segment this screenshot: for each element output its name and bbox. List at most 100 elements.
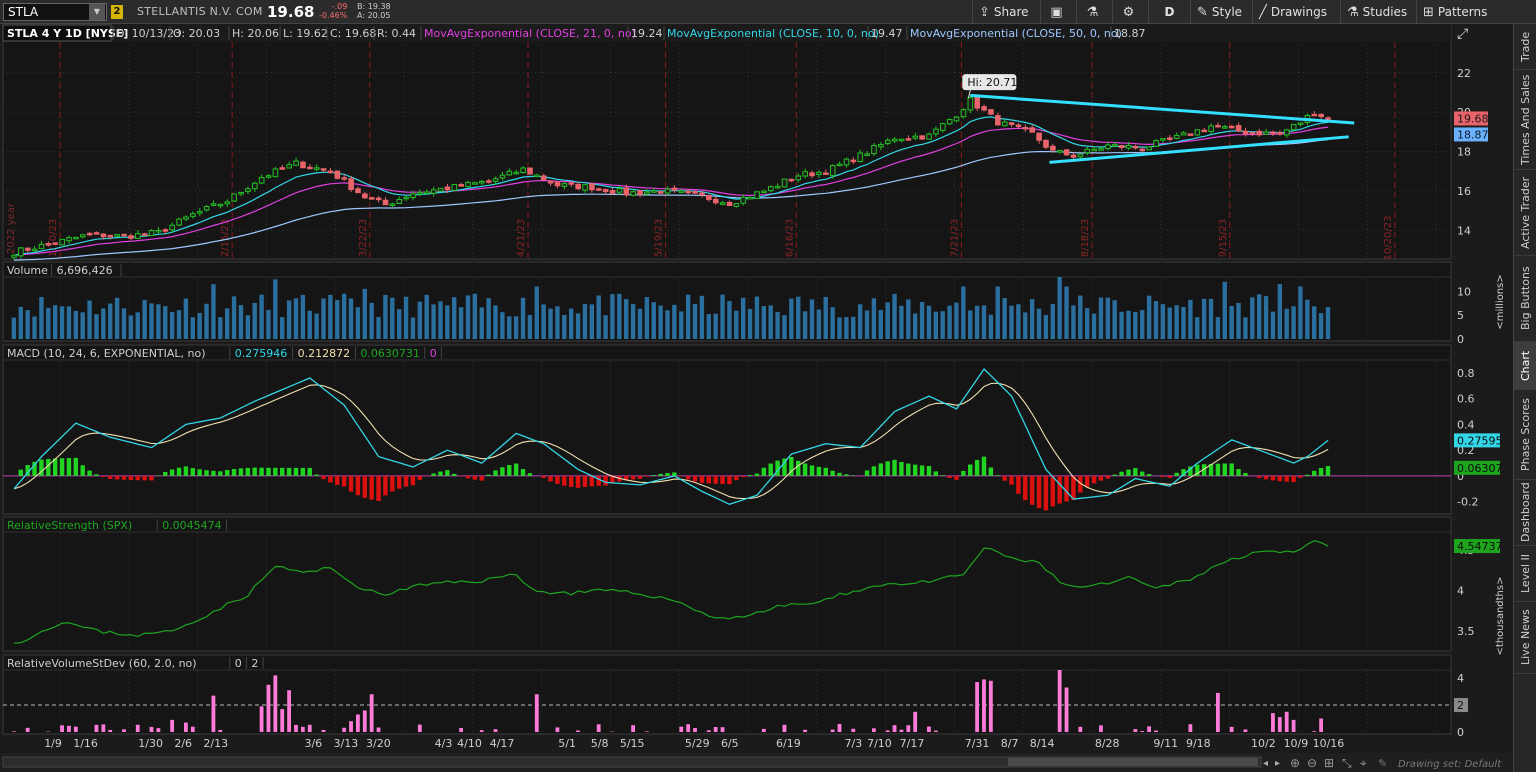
candle-body [245, 188, 251, 193]
side-tab-chart[interactable]: Chart [1514, 342, 1536, 390]
relvol-bar [1319, 718, 1323, 732]
candle-body [1215, 124, 1221, 128]
relvol-bar [706, 730, 711, 732]
period-marker-date: 9/15/23 [1218, 219, 1229, 258]
macd-hist-bar [754, 473, 760, 476]
macd-hist-bar [500, 467, 505, 476]
macd-hist-bar [830, 470, 835, 476]
macd-hist-bar [286, 467, 292, 476]
candle-body [1222, 126, 1228, 129]
macd-hist-bar [968, 464, 973, 476]
side-tab-big-buttons[interactable]: Big Buttons [1514, 256, 1536, 342]
relvol-bar [1099, 725, 1103, 732]
symbol-dropdown-icon[interactable]: ▼ [89, 4, 105, 20]
chart-area[interactable]: 22201816142022 year1/10/232/15/233/22/23… [0, 23, 1512, 772]
style-button[interactable]: ✎ Style [1190, 0, 1248, 24]
volume-bar [369, 302, 374, 339]
volume-bar [121, 308, 127, 339]
candle-body [540, 175, 547, 181]
candle-body [1325, 117, 1331, 120]
x-axis-label: 4/10 [457, 737, 482, 750]
side-tab-dashboard[interactable]: Dashboard [1514, 480, 1536, 546]
period-marker-date: 7/21/23 [949, 219, 960, 258]
drawings-button[interactable]: ╱ Drawings [1252, 0, 1333, 24]
volume-bar [190, 317, 195, 339]
chart-title: STLA 4 Y 1D [NYSE] [7, 27, 128, 40]
studies-button[interactable]: ⚗ Studies [1340, 0, 1413, 24]
side-tab-times-and-sales[interactable]: Times And Sales [1514, 70, 1536, 170]
volume-bar [376, 316, 381, 339]
candle-body [1029, 127, 1036, 133]
x-axis-label: 8/14 [1030, 737, 1055, 750]
macd-hist-bar [878, 463, 883, 476]
volume-bar [486, 298, 491, 339]
volume-bar [73, 310, 79, 339]
side-tab-phase-scores[interactable]: Phase Scores [1514, 390, 1536, 480]
side-tab-live-news[interactable]: Live News [1514, 602, 1536, 674]
volume-bar [857, 304, 863, 339]
scrollbar-thumb[interactable] [1008, 758, 1258, 766]
volume-bar [1195, 317, 1200, 339]
patterns-button[interactable]: ⊞ Patterns [1416, 0, 1493, 24]
volume-bar [1236, 302, 1241, 339]
side-tab-trade[interactable]: Trade [1514, 24, 1536, 70]
volume-bar [672, 304, 677, 339]
x-axis-label: 2/13 [203, 737, 228, 750]
candle-body [802, 171, 809, 177]
price-axis-tick: 22 [1457, 67, 1471, 80]
volume-bar [692, 303, 698, 339]
volume-bar [527, 314, 533, 339]
x-axis-label: 8/28 [1095, 737, 1120, 750]
share-button[interactable]: ⇪ Share [972, 0, 1035, 24]
macd-hist-bar [513, 463, 519, 476]
volume-bar [176, 310, 182, 339]
volume-bar [1016, 304, 1021, 339]
macd-hist-bar [995, 475, 1000, 476]
volume-bar [1084, 308, 1090, 339]
candle-body [451, 183, 458, 191]
candle-body [754, 191, 760, 200]
snapshot-button[interactable]: ▣ [1040, 0, 1076, 24]
relvol-bar [101, 724, 106, 732]
candle-body [190, 213, 196, 217]
rs-axis-tick: 3.5 [1457, 625, 1475, 638]
volume-bar [878, 309, 883, 339]
relvol-value: 0 [235, 657, 242, 670]
macd-hist-bar [314, 474, 319, 476]
candle-body [946, 119, 953, 125]
candle-body [706, 194, 712, 201]
aggregation-button[interactable]: D [1148, 0, 1190, 24]
volume-bar [348, 298, 354, 339]
chart-canvas[interactable]: 22201816142022 year1/10/232/15/233/22/23… [0, 23, 1512, 772]
zoom-icon: ⤢ [1457, 26, 1468, 42]
relvol-axis-tick: 4 [1457, 672, 1464, 685]
flask-button[interactable]: ⚗ [1076, 0, 1112, 24]
x-axis-label: 8/7 [1001, 737, 1019, 750]
volume-bar [383, 294, 388, 339]
volume-bar [1263, 296, 1269, 339]
relvol-bar [273, 675, 278, 732]
candle-body [368, 197, 375, 200]
candle-body [286, 164, 292, 169]
macd-hist-bar [390, 475, 395, 492]
candle-body [884, 139, 891, 144]
company-name: STELLANTIS N.V. COM [137, 5, 263, 18]
link-group-badge[interactable]: 2 [111, 5, 123, 19]
macd-hist-bar [637, 475, 643, 479]
side-tab-active-trader[interactable]: Active Trader [1514, 170, 1536, 256]
candle-body [1228, 125, 1235, 129]
macd-hist-bar [816, 466, 822, 476]
macd-hist-bar [940, 475, 945, 476]
candle-body [733, 203, 740, 207]
macd-hist-bar [197, 469, 202, 476]
study-value: 19.47 [871, 27, 903, 40]
side-tab-level-ii[interactable]: Level II [1514, 546, 1536, 602]
volume-bar [1277, 284, 1283, 339]
macd-hist-bar [961, 470, 966, 476]
volume-bar [1057, 277, 1062, 339]
candle-body [1180, 132, 1187, 136]
candle-body [1290, 123, 1297, 131]
macd-axis-tick: -0.2 [1457, 496, 1478, 509]
price-axis-tick: 18 [1457, 146, 1471, 159]
settings-button[interactable]: ⚙ [1112, 0, 1148, 24]
